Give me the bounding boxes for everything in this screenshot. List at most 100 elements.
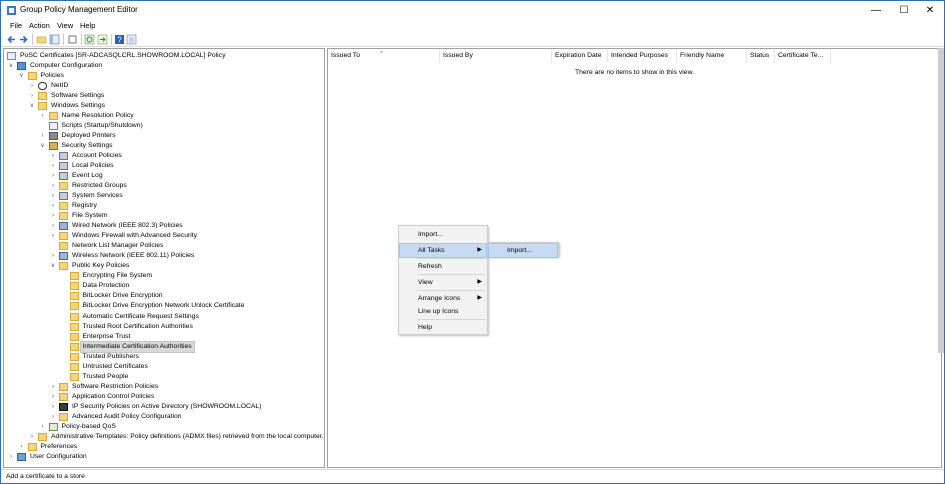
chevron-right-icon[interactable]: › bbox=[7, 452, 15, 462]
tree-node-label: Account Policies bbox=[72, 152, 122, 160]
folder-icon bbox=[69, 352, 79, 361]
chevron-right-icon[interactable]: › bbox=[49, 392, 57, 402]
no-expander bbox=[60, 372, 68, 382]
column-header-issued-to[interactable]: Issued To ^ bbox=[328, 49, 440, 63]
chevron-down-icon[interactable]: ∨ bbox=[49, 261, 57, 271]
tree-node-label: Policies bbox=[40, 72, 64, 80]
column-header-status[interactable]: Status bbox=[747, 49, 775, 63]
app-window: Group Policy Management Editor — ☐ ✕ Fil… bbox=[0, 0, 945, 484]
chevron-right-icon[interactable]: › bbox=[49, 382, 57, 392]
menu-help[interactable]: Help bbox=[80, 21, 95, 31]
menu-item-label: Arrange Icons bbox=[418, 295, 461, 302]
security-icon bbox=[48, 142, 58, 151]
menu-file[interactable]: File bbox=[10, 21, 22, 31]
chevron-down-icon[interactable]: ∨ bbox=[18, 71, 26, 81]
tree-node-label: BitLocker Drive Encryption bbox=[82, 292, 163, 300]
menu-item-label: Help bbox=[418, 324, 432, 331]
menu-action[interactable]: Action bbox=[29, 21, 50, 31]
chevron-right-icon[interactable]: › bbox=[49, 161, 57, 171]
folder-up-icon[interactable] bbox=[36, 34, 47, 45]
chevron-right-icon[interactable]: › bbox=[39, 422, 47, 432]
chevron-right-icon[interactable]: › bbox=[49, 402, 57, 412]
folder-icon bbox=[59, 392, 68, 401]
folder-icon bbox=[69, 332, 79, 341]
menu-item-import[interactable]: Import... bbox=[400, 228, 486, 241]
menu-item-view[interactable]: View ▶ bbox=[400, 276, 486, 289]
console-tree[interactable]: PoSC Certificates [SR-ADCASQLCRL.SHOWROO… bbox=[3, 48, 325, 468]
tree-node-label: Name Resolution Policy bbox=[61, 112, 134, 120]
toolbar-separator bbox=[32, 34, 33, 45]
chevron-right-icon[interactable]: › bbox=[49, 412, 57, 422]
no-expander bbox=[60, 352, 68, 362]
tree-node-label: Advanced Audit Policy Configuration bbox=[72, 412, 182, 420]
tree-node-label: User Configuration bbox=[30, 452, 87, 460]
maximize-button[interactable]: ☐ bbox=[890, 1, 918, 20]
folder-icon bbox=[48, 112, 58, 121]
menu-view[interactable]: View bbox=[57, 21, 73, 31]
back-icon[interactable] bbox=[6, 34, 17, 45]
folder-icon bbox=[38, 102, 47, 111]
tree-node-label: Intermediate Certification Authorities bbox=[79, 340, 195, 353]
folder-icon bbox=[38, 92, 47, 101]
chevron-right-icon[interactable]: › bbox=[39, 111, 47, 121]
no-expander bbox=[60, 342, 68, 352]
policy-icon bbox=[59, 172, 68, 181]
no-expander bbox=[49, 241, 57, 251]
chevron-right-icon[interactable]: › bbox=[28, 91, 36, 101]
submenu-item-import[interactable]: Import... bbox=[488, 243, 558, 258]
menu-item-refresh[interactable]: Refresh bbox=[400, 260, 486, 273]
chevron-down-icon[interactable]: ∨ bbox=[28, 101, 36, 111]
tree-node-label: Application Control Policies bbox=[72, 392, 155, 400]
svg-text:?: ? bbox=[117, 36, 122, 45]
column-header-issued-by[interactable]: Issued By bbox=[440, 49, 552, 63]
folder-icon bbox=[27, 72, 37, 81]
chevron-right-icon[interactable]: › bbox=[49, 251, 57, 261]
refresh-icon[interactable] bbox=[84, 34, 95, 45]
show-hide-tree-icon[interactable] bbox=[49, 34, 60, 45]
help-icon[interactable]: ? bbox=[114, 34, 125, 45]
chevron-right-icon[interactable]: › bbox=[49, 201, 57, 211]
chevron-right-icon[interactable]: › bbox=[49, 151, 57, 161]
properties-icon[interactable] bbox=[126, 34, 137, 45]
column-header-expiration-date[interactable]: Expiration Date bbox=[552, 49, 608, 63]
tree-node-label: Local Policies bbox=[72, 162, 114, 170]
tree-node-label: Automatic Certificate Request Settings bbox=[82, 312, 199, 320]
tree-node-label: Registry bbox=[72, 202, 97, 210]
vertical-scrollbar[interactable] bbox=[938, 48, 944, 353]
forward-icon[interactable] bbox=[18, 34, 29, 45]
chevron-down-icon[interactable]: ∨ bbox=[7, 61, 15, 71]
delete-icon[interactable] bbox=[67, 34, 78, 45]
folder-icon bbox=[69, 292, 79, 301]
tree-node-label: Windows Settings bbox=[51, 102, 106, 110]
menu-item-help[interactable]: Help bbox=[400, 321, 486, 334]
title-bar: Group Policy Management Editor — ☐ ✕ bbox=[1, 1, 944, 20]
menu-item-all-tasks[interactable]: All Tasks ▶ bbox=[399, 243, 487, 258]
minimize-button[interactable]: — bbox=[862, 1, 890, 20]
folder-icon bbox=[69, 272, 79, 281]
chevron-right-icon[interactable]: › bbox=[49, 221, 57, 231]
folder-icon bbox=[69, 282, 79, 291]
sort-ascending-icon: ^ bbox=[380, 51, 383, 57]
status-bar: Add a certificate to a store bbox=[1, 469, 944, 483]
folder-icon bbox=[69, 372, 79, 381]
column-header-intended-purposes[interactable]: Intended Purposes bbox=[608, 49, 677, 63]
wireless-icon bbox=[59, 252, 68, 261]
close-button[interactable]: ✕ bbox=[916, 1, 944, 20]
export-list-icon[interactable] bbox=[97, 34, 108, 45]
chevron-right-icon[interactable]: › bbox=[18, 442, 26, 452]
chevron-right-icon[interactable]: › bbox=[49, 191, 57, 201]
folder-icon bbox=[59, 212, 68, 221]
chevron-down-icon[interactable]: ∨ bbox=[39, 141, 47, 151]
chevron-right-icon[interactable]: › bbox=[49, 231, 57, 241]
menu-item-line-up-icons[interactable]: Line up Icons bbox=[400, 305, 486, 318]
column-header-friendly-name[interactable]: Friendly Name bbox=[677, 49, 747, 63]
chevron-right-icon[interactable]: › bbox=[49, 211, 57, 221]
chevron-right-icon[interactable]: › bbox=[49, 171, 57, 181]
chevron-right-icon[interactable]: › bbox=[49, 181, 57, 191]
chevron-right-icon[interactable]: › bbox=[28, 432, 36, 442]
chevron-right-icon[interactable]: › bbox=[28, 81, 36, 91]
column-header-certificate-template[interactable]: Certificate Te... bbox=[775, 49, 831, 63]
all-tasks-submenu: Import... bbox=[487, 242, 559, 258]
menu-item-arrange-icons[interactable]: Arrange Icons ▶ bbox=[400, 292, 486, 305]
chevron-right-icon[interactable]: › bbox=[39, 131, 47, 141]
